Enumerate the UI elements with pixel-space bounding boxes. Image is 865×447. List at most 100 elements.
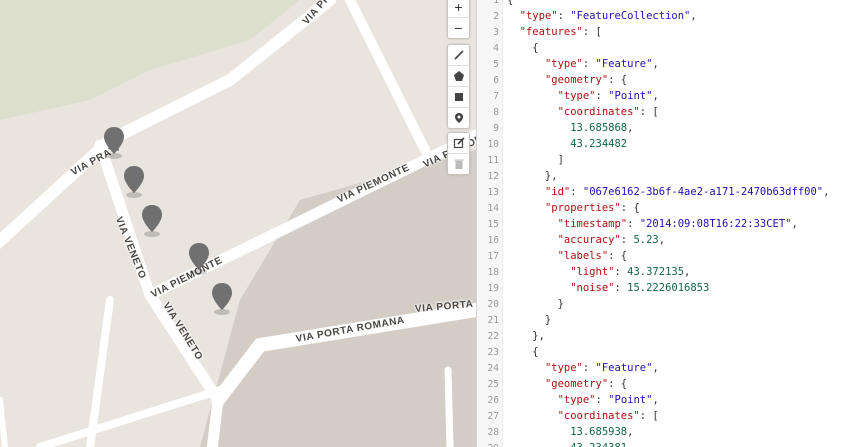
code-text: ]: [507, 152, 564, 168]
json-punctuation: : {: [620, 202, 640, 214]
line-number: 3: [493, 27, 499, 38]
line-number: 19: [487, 283, 499, 294]
code-line: 7 "type": "Point",: [477, 88, 659, 104]
line-number: 24: [487, 363, 499, 374]
code-line: 18 "light": 43.372135,: [477, 264, 691, 280]
json-number: 43.234482: [570, 138, 628, 150]
code-line: 9 13.685868,: [477, 120, 633, 136]
code-line: 17 "labels": {: [477, 248, 628, 264]
json-number: 43.234381: [570, 442, 627, 447]
json-punctuation: :: [614, 282, 628, 294]
code-line: 8 "coordinates": [: [477, 104, 658, 120]
json-punctuation: [507, 106, 558, 118]
json-key: "noise": [570, 282, 615, 294]
code-line: 16 "accuracy": 5.23,: [477, 232, 666, 248]
zoom-in-button[interactable]: +: [448, 0, 469, 17]
geojson-editor[interactable]: 1{2 "type": "FeatureCollection", 3 "featu…: [477, 0, 865, 447]
marker-draw-icon: [454, 113, 463, 123]
code-line: 14 "properties": {: [477, 200, 640, 216]
code-line: 15 "timestamp": "2014:09:08T16:22:33CET"…: [477, 216, 798, 232]
json-punctuation: ]: [507, 154, 564, 166]
code-text: "coordinates": [: [507, 104, 659, 120]
line-number: 2: [493, 11, 499, 22]
zoom-out-button[interactable]: −: [448, 17, 469, 38]
line-number: 4: [493, 43, 499, 54]
code-line: 1{: [477, 0, 513, 8]
code-text: {: [507, 344, 539, 360]
json-punctuation: [507, 378, 545, 390]
json-punctuation: },: [507, 330, 545, 342]
json-punctuation: [507, 122, 570, 134]
map-marker[interactable]: [142, 205, 162, 239]
code-text: 13.685868,: [507, 120, 633, 136]
line-number: 5: [493, 59, 499, 70]
json-punctuation: {: [507, 0, 514, 6]
map-marker[interactable]: [104, 127, 124, 161]
line-number: 22: [487, 331, 499, 342]
json-punctuation: }: [507, 298, 564, 310]
edit-layers-button[interactable]: [448, 133, 469, 153]
code-line: 20 }: [477, 296, 564, 312]
draw-marker-button[interactable]: [448, 107, 469, 128]
line-number: 6: [493, 75, 499, 86]
code-line: 10 43.234482: [477, 136, 628, 152]
draw-rectangle-button[interactable]: [448, 86, 469, 107]
code-text: "accuracy": 5.23,: [507, 232, 666, 248]
line-draw-icon: [453, 50, 464, 60]
code-text: "type": "Point",: [507, 88, 659, 104]
json-key: "type": [544, 362, 583, 374]
delete-layers-button[interactable]: [448, 153, 469, 174]
json-key: "features": [519, 26, 583, 38]
json-punctuation: [507, 266, 570, 278]
code-text: "noise": 15.2226016853: [507, 280, 709, 296]
code-text: }: [507, 312, 551, 328]
json-key: "labels": [557, 250, 609, 262]
line-number: 28: [487, 427, 499, 438]
json-punctuation: ,: [652, 58, 659, 70]
json-punctuation: [507, 250, 558, 262]
plus-icon: +: [454, 0, 463, 15]
json-punctuation: {: [507, 346, 539, 358]
json-punctuation: [507, 138, 570, 150]
json-punctuation: :: [614, 266, 628, 278]
json-number: 13.685938: [570, 426, 628, 438]
json-punctuation: : {: [608, 250, 628, 262]
line-number: 25: [487, 379, 499, 390]
code-text: "coordinates": [: [507, 408, 659, 424]
code-text: 43.234482: [507, 136, 627, 152]
map-marker[interactable]: [212, 283, 232, 317]
code-text: "type": "Point",: [507, 392, 659, 408]
json-number: 5.23: [633, 234, 659, 246]
map-marker[interactable]: [189, 243, 209, 277]
code-text: "properties": {: [507, 200, 640, 216]
zoom-control: + −: [447, 0, 470, 39]
line-number: 7: [493, 91, 499, 102]
json-key: "type": [519, 10, 558, 22]
json-punctuation: ,: [791, 218, 798, 230]
json-punctuation: [507, 90, 558, 102]
polygon-draw-icon: [453, 71, 464, 81]
json-punctuation: : {: [608, 74, 628, 86]
delete-icon: [454, 159, 463, 169]
code-line: 23 {: [477, 344, 539, 360]
code-text: "geometry": {: [507, 376, 627, 392]
json-string: "Feature": [595, 362, 653, 374]
map-marker[interactable]: [124, 166, 144, 200]
map-view[interactable]: VIA PRATI VIA PRATI VIA VENETO VIA VENET…: [0, 0, 476, 447]
json-number: 43.372135: [627, 266, 685, 278]
code-text: "type": "Feature",: [507, 56, 659, 72]
draw-polygon-button[interactable]: [448, 65, 469, 86]
json-punctuation: :: [627, 218, 640, 230]
code-text: {: [507, 40, 538, 56]
json-key: "timestamp": [557, 218, 628, 230]
line-number: 14: [487, 203, 499, 214]
json-key: "accuracy": [557, 234, 621, 246]
code-line: 24 "type": "Feature",: [477, 360, 659, 376]
code-text: "light": 43.372135,: [507, 264, 690, 280]
code-text: {: [507, 0, 513, 8]
json-key: "properties": [544, 202, 621, 214]
draw-line-button[interactable]: [448, 45, 469, 65]
code-line: 28 13.685938,: [477, 424, 634, 440]
json-punctuation: :: [595, 394, 609, 406]
line-number: 29: [477, 441, 499, 447]
